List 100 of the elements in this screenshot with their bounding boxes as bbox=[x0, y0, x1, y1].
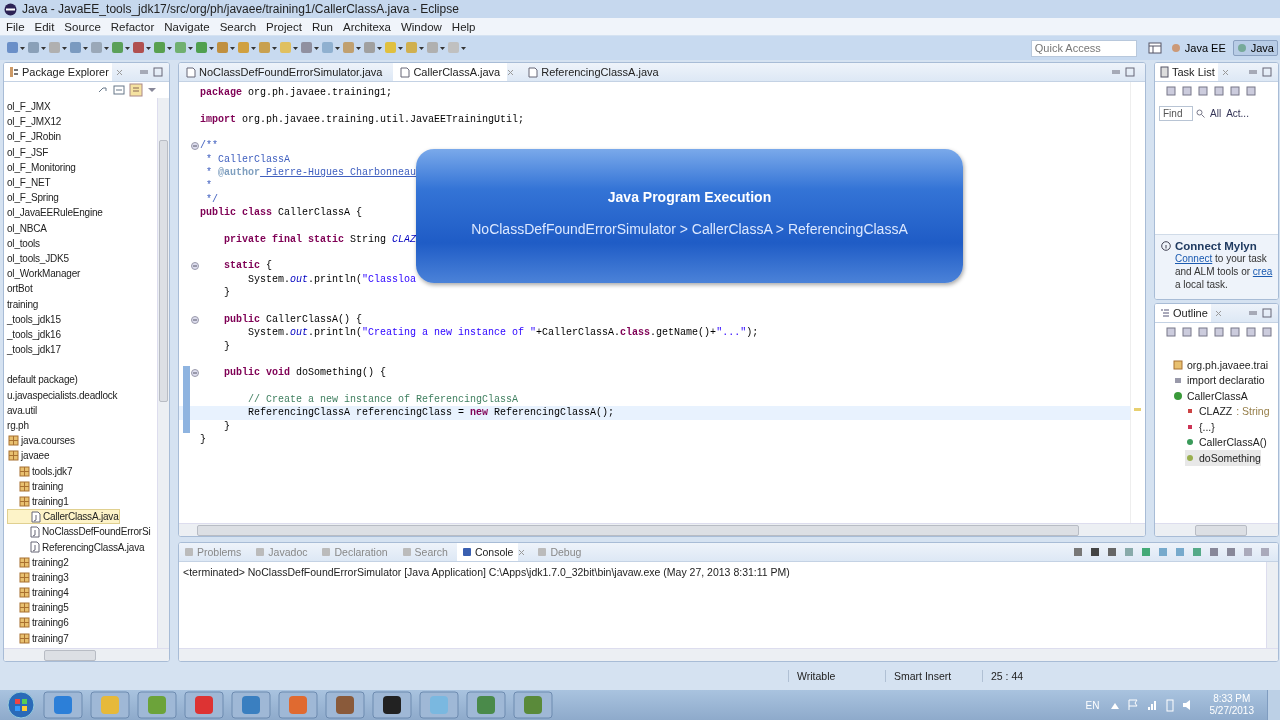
tree-item[interactable]: ortBot bbox=[7, 281, 33, 297]
tree-item[interactable]: ol_NBCA bbox=[7, 220, 47, 236]
outline-item[interactable]: doSomething bbox=[1185, 450, 1261, 466]
menu-item[interactable]: File bbox=[1, 20, 30, 33]
tree-item[interactable]: ol_F_JRobin bbox=[7, 129, 61, 145]
perspective-button[interactable]: Java EE bbox=[1166, 40, 1230, 56]
view-menu-icon[interactable] bbox=[147, 85, 157, 95]
tree-item[interactable]: ol_tools_JDK5 bbox=[7, 250, 69, 267]
tool-icon[interactable] bbox=[426, 40, 446, 56]
close-icon[interactable] bbox=[1221, 68, 1229, 76]
tree-item[interactable]: java.courses bbox=[7, 433, 75, 449]
close-icon[interactable] bbox=[507, 68, 515, 76]
tool-icon[interactable] bbox=[27, 40, 47, 56]
tree-item[interactable]: training6 bbox=[7, 615, 69, 631]
tool-icon[interactable] bbox=[405, 40, 425, 56]
tree-item[interactable]: ol_WorkManager bbox=[7, 266, 81, 282]
tool-icon[interactable] bbox=[279, 40, 299, 56]
close-icon[interactable] bbox=[518, 548, 526, 556]
tree-item[interactable]: _tools_jdk15 bbox=[7, 311, 61, 327]
tree-item[interactable]: training5 bbox=[7, 600, 69, 616]
minimize-icon[interactable] bbox=[1248, 308, 1258, 318]
outline-item[interactable]: CallerClassA() bbox=[1185, 434, 1267, 450]
quick-access-field[interactable]: Quick Access bbox=[1030, 39, 1137, 57]
find-field[interactable]: Find bbox=[1159, 106, 1193, 121]
tool-icon[interactable] bbox=[447, 40, 467, 56]
panel-tab[interactable]: Package Explorer bbox=[4, 63, 112, 81]
tree-item[interactable]: training7 bbox=[7, 630, 69, 646]
tool-icon[interactable] bbox=[69, 40, 89, 56]
tool-icon[interactable] bbox=[1072, 546, 1085, 558]
close-icon[interactable] bbox=[1214, 309, 1222, 317]
link-editor-icon[interactable] bbox=[129, 83, 143, 97]
tree-item[interactable]: ol_F_JMX12 bbox=[7, 114, 62, 130]
tool-icon[interactable] bbox=[300, 40, 320, 56]
tool-icon[interactable] bbox=[321, 40, 341, 56]
maximize-icon[interactable] bbox=[1125, 67, 1135, 77]
menu-item[interactable]: Architexa bbox=[338, 20, 396, 33]
tree-item[interactable]: rg.ph bbox=[7, 417, 29, 434]
menu-item[interactable]: Run bbox=[306, 20, 338, 33]
tree-item[interactable]: CallerClassA.java bbox=[7, 509, 120, 525]
tree-item[interactable]: ol_F_Monitoring bbox=[7, 159, 76, 175]
tree-item[interactable]: training bbox=[7, 478, 64, 494]
tree-item[interactable]: ol_JavaEERuleEngine bbox=[7, 205, 103, 221]
link[interactable]: Connect bbox=[1175, 253, 1213, 264]
maximize-icon[interactable] bbox=[1262, 308, 1272, 318]
filter-link[interactable]: All bbox=[1210, 108, 1222, 119]
tree-item[interactable]: default package) bbox=[7, 372, 78, 388]
menu-item[interactable]: Source bbox=[59, 20, 106, 33]
tree-item[interactable]: training1 bbox=[7, 493, 69, 510]
search-icon[interactable] bbox=[1196, 109, 1205, 118]
tool-icon[interactable] bbox=[216, 40, 236, 56]
tree-item[interactable]: ava.util bbox=[7, 402, 38, 418]
tree-item[interactable]: ol_tools bbox=[7, 235, 40, 251]
tool-icon[interactable] bbox=[384, 40, 404, 56]
tool-icon[interactable] bbox=[363, 40, 383, 56]
editor-tab[interactable]: ReferencingClassA.java bbox=[521, 63, 666, 81]
outline-item[interactable]: import declaratio bbox=[1173, 372, 1265, 388]
outline-item[interactable]: org.ph.javaee.trai bbox=[1173, 357, 1269, 373]
tool-icon[interactable] bbox=[258, 40, 278, 56]
close-icon[interactable] bbox=[115, 68, 123, 76]
show-desktop-button[interactable] bbox=[1267, 690, 1280, 720]
tree-item[interactable]: _tools_jdk17 bbox=[7, 342, 61, 358]
menu-item[interactable]: Edit bbox=[29, 20, 60, 33]
tree-item[interactable]: ol_F_JSF bbox=[7, 144, 49, 160]
tree-item[interactable]: training3 bbox=[7, 569, 69, 585]
menu-item[interactable]: Search bbox=[214, 20, 262, 33]
outline-item[interactable]: {...} bbox=[1185, 419, 1215, 435]
tool-icon[interactable] bbox=[153, 40, 173, 56]
tree-item[interactable]: _tools_jdk16 bbox=[7, 326, 61, 342]
tree-item[interactable]: ol_F_JMX bbox=[7, 99, 51, 115]
tree-item[interactable]: ol_F_Spring bbox=[7, 190, 59, 206]
menu-item[interactable]: Project bbox=[261, 20, 307, 33]
tree-item[interactable]: training4 bbox=[7, 585, 69, 601]
panel-tab[interactable]: Outline bbox=[1155, 304, 1211, 322]
open-perspective-icon[interactable] bbox=[1147, 41, 1162, 55]
collapse-icon[interactable] bbox=[113, 84, 125, 96]
outline-item[interactable]: CallerClassA bbox=[1173, 388, 1248, 404]
link[interactable]: crea bbox=[1252, 266, 1273, 277]
minimize-icon[interactable] bbox=[139, 67, 149, 77]
menu-item[interactable]: Refactor bbox=[105, 20, 160, 33]
view-tab[interactable]: Console bbox=[456, 543, 519, 561]
tool-icon[interactable] bbox=[1106, 546, 1119, 558]
editor-tab[interactable]: CallerClassA.java bbox=[393, 63, 508, 81]
tool-icon[interactable] bbox=[342, 40, 362, 56]
tree-item[interactable]: u.javaspecialists.deadlock bbox=[7, 387, 118, 403]
maximize-icon[interactable] bbox=[1262, 67, 1272, 77]
minimize-icon[interactable] bbox=[1111, 67, 1121, 77]
editor-tab[interactable]: NoClassDefFoundErrorSimulator.java bbox=[179, 63, 390, 81]
tool-icon[interactable] bbox=[6, 40, 26, 56]
menu-item[interactable]: Window bbox=[395, 20, 447, 33]
tree-item[interactable]: training2 bbox=[7, 554, 69, 570]
tool-icon[interactable] bbox=[1089, 546, 1102, 558]
outline-item[interactable]: CLAZZ : String bbox=[1185, 403, 1270, 419]
tree-item[interactable]: tools.jdk7 bbox=[7, 463, 73, 479]
start-button[interactable] bbox=[6, 690, 36, 720]
minimize-icon[interactable] bbox=[1248, 67, 1258, 77]
tree-item[interactable]: training bbox=[7, 296, 39, 312]
panel-tab[interactable]: Task List bbox=[1155, 63, 1218, 81]
tool-icon[interactable] bbox=[48, 40, 68, 56]
tree-item[interactable]: NoClassDefFoundErrorSi bbox=[7, 524, 151, 540]
tool-icon[interactable] bbox=[111, 40, 131, 56]
